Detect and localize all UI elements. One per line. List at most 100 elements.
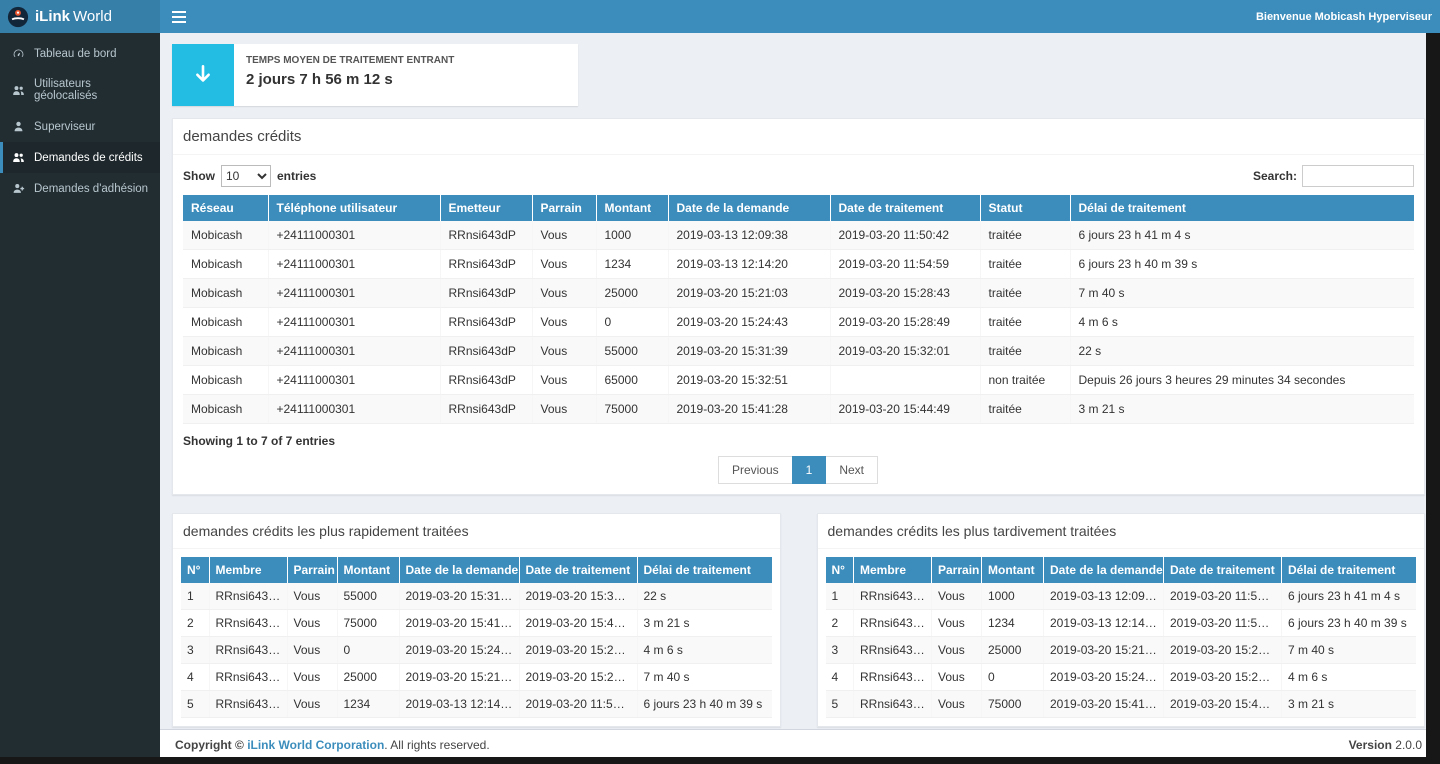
fastest-requests-table: N°MembreParrainMontantDate de la demande… <box>181 557 772 718</box>
column-header[interactable]: Date de traitement <box>519 557 637 583</box>
column-header[interactable]: Date de traitement <box>830 195 980 221</box>
brand-title: iLinkWorld <box>35 8 112 25</box>
table-cell: Mobicash <box>183 279 268 308</box>
column-header[interactable]: Date de la demande <box>668 195 830 221</box>
column-header[interactable]: Statut <box>980 195 1070 221</box>
table-cell: Vous <box>532 221 596 250</box>
menu-icon <box>172 11 186 23</box>
column-header[interactable]: N° <box>181 557 209 583</box>
column-header[interactable]: N° <box>826 557 854 583</box>
column-header[interactable]: Montant <box>982 557 1044 583</box>
show-label: Show <box>183 169 215 183</box>
column-header[interactable]: Réseau <box>183 195 268 221</box>
pagination-next-button[interactable]: Next <box>825 456 878 484</box>
table-cell: 2 <box>826 610 854 637</box>
version-label: Version <box>1349 738 1392 752</box>
arrow-down-icon <box>172 44 234 106</box>
table-cell: 3 m 21 s <box>1070 395 1414 424</box>
sidebar-item-credit-requests[interactable]: Demandes de crédits <box>0 142 160 173</box>
table-cell: 75000 <box>982 691 1044 718</box>
column-header[interactable]: Membre <box>209 557 287 583</box>
table-cell: 3 <box>826 637 854 664</box>
table-cell: Mobicash <box>183 250 268 279</box>
table-row: Mobicash+24111000301RRnsi643dPVous550002… <box>183 337 1414 366</box>
table-cell: 5 <box>181 691 209 718</box>
brand[interactable]: iLinkWorld <box>0 0 160 33</box>
pagination-page-1-button[interactable]: 1 <box>792 456 827 484</box>
pagination-previous-button[interactable]: Previous <box>718 456 793 484</box>
table-cell: 2019-03-20 15:44:49 <box>1164 691 1282 718</box>
column-header[interactable]: Parrain <box>287 557 337 583</box>
sidebar-toggle-button[interactable] <box>160 0 198 33</box>
column-header[interactable]: Membre <box>854 557 932 583</box>
brand-title-bold: iLink <box>35 8 70 25</box>
column-header[interactable]: Date de la demande <box>1044 557 1164 583</box>
table-row: Mobicash+24111000301RRnsi643dPVous100020… <box>183 221 1414 250</box>
fastest-requests-panel: demandes crédits les plus rapidement tra… <box>172 513 781 727</box>
table-cell: traitée <box>980 395 1070 424</box>
table-cell: 5 <box>826 691 854 718</box>
company-link[interactable]: iLink World Corporation <box>247 738 384 752</box>
column-header[interactable]: Délai de traitement <box>1282 557 1417 583</box>
column-header[interactable]: Montant <box>596 195 668 221</box>
table-cell: Vous <box>932 637 982 664</box>
page-length-control: Show 10 entries <box>183 165 316 187</box>
table-cell: 22 s <box>637 583 772 610</box>
table-cell: 2019-03-20 15:24:43 <box>399 637 519 664</box>
search-input[interactable] <box>1302 165 1414 187</box>
table-cell: 1 <box>181 583 209 610</box>
table-cell: 2019-03-20 11:54:59 <box>519 691 637 718</box>
table-cell: 7 m 40 s <box>1070 279 1414 308</box>
column-header[interactable]: Emetteur <box>440 195 532 221</box>
table-cell: 0 <box>596 308 668 337</box>
table-row: 3RRnsi643dPVous02019-03-20 15:24:432019-… <box>181 637 772 664</box>
table-cell: 2019-03-20 15:32:01 <box>519 583 637 610</box>
column-header[interactable]: Téléphone utilisateur <box>268 195 440 221</box>
sidebar-item-supervisor[interactable]: Superviseur <box>0 111 160 142</box>
entries-label: entries <box>277 169 316 183</box>
column-header[interactable]: Délai de traitement <box>1070 195 1414 221</box>
table-cell: 55000 <box>596 337 668 366</box>
table-cell: RRnsi643dP <box>854 637 932 664</box>
sidebar-item-label: Utilisateurs géolocalisés <box>34 78 151 102</box>
table-row: Mobicash+24111000301RRnsi643dPVous250002… <box>183 279 1414 308</box>
table-row: 1RRnsi643dPVous550002019-03-20 15:31:392… <box>181 583 772 610</box>
table-cell: 6 jours 23 h 41 m 4 s <box>1282 583 1417 610</box>
table-cell: 2019-03-13 12:14:20 <box>399 691 519 718</box>
table-cell: 75000 <box>337 610 399 637</box>
table-cell: Vous <box>932 691 982 718</box>
table-cell: Mobicash <box>183 308 268 337</box>
sidebar-item-label: Demandes d'adhésion <box>34 183 148 195</box>
column-header[interactable]: Délai de traitement <box>637 557 772 583</box>
table-cell: +24111000301 <box>268 366 440 395</box>
table-cell: Mobicash <box>183 221 268 250</box>
copyright-text: Copyright © iLink World Corporation. All… <box>175 738 490 756</box>
sidebar-item-geolocated-users[interactable]: Utilisateurs géolocalisés <box>0 69 160 111</box>
slowest-requests-table: N°MembreParrainMontantDate de la demande… <box>826 557 1417 718</box>
sidebar-item-label: Tableau de bord <box>34 48 116 60</box>
table-cell: 2019-03-20 15:41:28 <box>668 395 830 424</box>
scrollbar-horizontal[interactable] <box>0 757 1440 764</box>
table-cell: 25000 <box>596 279 668 308</box>
scrollbar-vertical[interactable] <box>1426 33 1440 764</box>
table-cell: Mobicash <box>183 366 268 395</box>
table-cell: 2019-03-20 15:41:28 <box>399 610 519 637</box>
page-size-select[interactable]: 10 <box>221 165 271 187</box>
sidebar-item-membership-requests[interactable]: Demandes d'adhésion <box>0 173 160 204</box>
table-cell: RRnsi643dP <box>440 250 532 279</box>
table-cell: 0 <box>337 637 399 664</box>
dashboard-icon <box>11 47 26 60</box>
sidebar-item-dashboard[interactable]: Tableau de bord <box>0 38 160 69</box>
table-cell: 3 <box>181 637 209 664</box>
table-cell: Vous <box>932 583 982 610</box>
table-cell: Vous <box>532 250 596 279</box>
table-row: 3RRnsi643dPVous250002019-03-20 15:21:032… <box>826 637 1417 664</box>
column-header[interactable]: Montant <box>337 557 399 583</box>
column-header[interactable]: Parrain <box>932 557 982 583</box>
column-header[interactable]: Parrain <box>532 195 596 221</box>
table-cell: 7 m 40 s <box>1282 637 1417 664</box>
users-icon <box>11 84 26 97</box>
table-cell: 2019-03-20 15:28:49 <box>1164 664 1282 691</box>
column-header[interactable]: Date de la demande <box>399 557 519 583</box>
column-header[interactable]: Date de traitement <box>1164 557 1282 583</box>
